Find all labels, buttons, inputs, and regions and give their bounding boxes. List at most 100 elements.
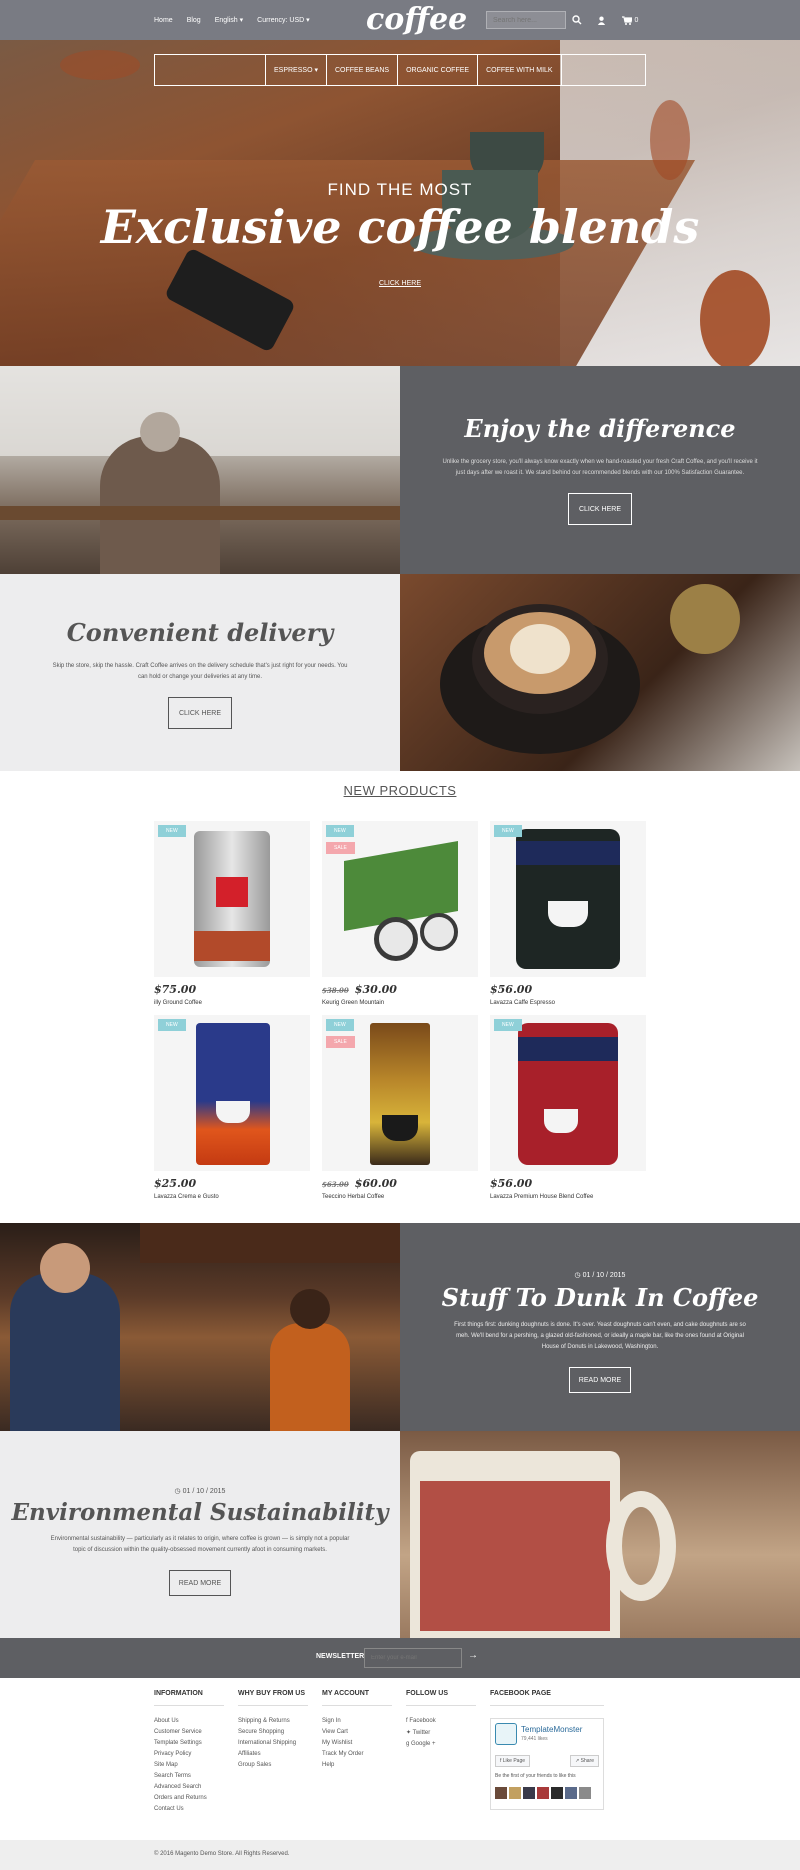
- product-old-price: $38.00: [322, 986, 349, 995]
- product-image[interactable]: NEW: [490, 1015, 646, 1171]
- footer-link[interactable]: Privacy Policy: [154, 1751, 224, 1757]
- hero-subtitle: FIND THE MOST: [327, 180, 473, 199]
- new-badge: NEW: [326, 1019, 354, 1031]
- footer-link[interactable]: International Shipping: [238, 1740, 308, 1746]
- footer-link: Twitter: [412, 1730, 431, 1736]
- footer-link: Facebook: [409, 1718, 436, 1724]
- search-input[interactable]: [486, 11, 566, 29]
- product-name[interactable]: Keurig Green Mountain: [322, 1000, 478, 1006]
- product-card[interactable]: NEW SALE $63.00 $60.00 Teeccino Herbal Co…: [322, 1015, 478, 1200]
- newsletter-email-input[interactable]: [364, 1648, 462, 1668]
- menu-coffee-with-milk[interactable]: COFFEE WITH MILK: [477, 55, 562, 85]
- product-old-price: $63.00: [322, 1180, 349, 1189]
- footer-link[interactable]: Template Settings: [154, 1740, 224, 1746]
- product-image[interactable]: NEW: [154, 1015, 310, 1171]
- footer-link[interactable]: Advanced Search: [154, 1784, 224, 1790]
- footer-link[interactable]: Contact Us: [154, 1806, 224, 1812]
- footer-link[interactable]: Customer Service: [154, 1729, 224, 1735]
- menu-espresso-label: ESPRESSO: [274, 66, 313, 74]
- language-switcher[interactable]: English ▾: [215, 16, 243, 24]
- facebook-like-button[interactable]: f Like Page: [495, 1755, 531, 1767]
- footer-social-twitter[interactable]: ✦ Twitter: [406, 1729, 476, 1736]
- new-products-section: NEW PRODUCTS NEW $75.00 illy Ground Coff…: [0, 771, 800, 1223]
- avatar: [509, 1787, 521, 1799]
- product-name[interactable]: Lavazza Crema e Gusto: [154, 1194, 310, 1200]
- footer-social-google[interactable]: g Google +: [406, 1741, 476, 1747]
- enjoy-text: Unlike the grocery store, you'll always …: [442, 459, 758, 476]
- share-icon: ↗: [575, 1758, 580, 1764]
- cart-button[interactable]: 0: [618, 11, 642, 29]
- product-name[interactable]: Lavazza Caffe Espresso: [490, 1000, 646, 1006]
- footer-link[interactable]: Affiliates: [238, 1751, 308, 1757]
- account-button[interactable]: [592, 11, 610, 29]
- currency-switcher[interactable]: Currency: USD ▾: [257, 16, 310, 24]
- facebook-share-button[interactable]: ↗ Share: [570, 1755, 599, 1767]
- product-name[interactable]: Teeccino Herbal Coffee: [322, 1194, 478, 1200]
- product-name[interactable]: Lavazza Premium House Blend Coffee: [490, 1194, 646, 1200]
- footer-link[interactable]: Orders and Returns: [154, 1795, 224, 1801]
- footer-social-facebook[interactable]: f Facebook: [406, 1718, 476, 1724]
- enjoy-title: Enjoy the difference: [464, 414, 736, 443]
- product-card[interactable]: NEW $56.00 Lavazza Caffe Espresso: [490, 821, 646, 1006]
- main-menu: ESPRESSO ▾ COFFEE BEANS ORGANIC COFFEE C…: [154, 54, 646, 86]
- product-card[interactable]: NEW $25.00 Lavazza Crema e Gusto: [154, 1015, 310, 1200]
- facebook-likes: 79,441 likes: [521, 1736, 548, 1742]
- footer-link[interactable]: Search Terms: [154, 1773, 224, 1779]
- site-logo[interactable]: coffee: [366, 2, 467, 37]
- delivery-content: Convenient delivery Skip the store, skip…: [0, 574, 400, 771]
- product-card[interactable]: NEW $56.00 Lavazza Premium House Blend C…: [490, 1015, 646, 1200]
- post2-read-more-button[interactable]: READ MORE: [169, 1570, 231, 1596]
- search-button[interactable]: [568, 11, 586, 29]
- post1-title[interactable]: Stuff To Dunk In Coffee: [400, 1283, 800, 1312]
- product-card[interactable]: NEW $75.00 illy Ground Coffee: [154, 821, 310, 1006]
- footer-link[interactable]: My Wishlist: [322, 1740, 392, 1746]
- delivery-button[interactable]: CLICK HERE: [168, 697, 232, 729]
- facebook-widget[interactable]: TemplateMonster 79,441 likes f Like Page…: [490, 1718, 604, 1810]
- footer-link[interactable]: Shipping & Returns: [238, 1718, 308, 1724]
- footer-my-account: MY ACCOUNT Sign In View Cart My Wishlist…: [322, 1690, 392, 1773]
- footer-link[interactable]: About Us: [154, 1718, 224, 1724]
- footer-follow-us: FOLLOW US f Facebook ✦ Twitter g Google …: [406, 1690, 476, 1752]
- nav-home[interactable]: Home: [154, 17, 173, 24]
- sale-badge: SALE: [326, 842, 355, 854]
- menu-coffee-beans[interactable]: COFFEE BEANS: [325, 55, 397, 85]
- product-image[interactable]: NEW SALE: [322, 1015, 478, 1171]
- product-price: $60.00: [354, 1177, 397, 1190]
- footer-link[interactable]: Group Sales: [238, 1762, 308, 1768]
- nav-blog[interactable]: Blog: [187, 17, 201, 24]
- product-image[interactable]: NEW SALE: [322, 821, 478, 977]
- footer-link[interactable]: Help: [322, 1762, 392, 1768]
- chair-image: [650, 100, 690, 180]
- footer-link[interactable]: Site Map: [154, 1762, 224, 1768]
- product-price: $75.00: [154, 983, 197, 996]
- coffee-shop-image: [0, 1223, 400, 1431]
- new-badge: NEW: [326, 825, 354, 837]
- currency-label: Currency: USD: [257, 17, 305, 24]
- facebook-page-name[interactable]: TemplateMonster: [521, 1725, 582, 1734]
- avatar: [537, 1787, 549, 1799]
- product-name[interactable]: illy Ground Coffee: [154, 1000, 310, 1006]
- product-image[interactable]: NEW: [154, 821, 310, 977]
- avatar: [523, 1787, 535, 1799]
- footer-heading: FOLLOW US: [406, 1690, 476, 1706]
- enjoy-button[interactable]: CLICK HERE: [568, 493, 632, 525]
- newsletter-submit-button[interactable]: →: [468, 1650, 478, 1661]
- product-price-group: $38.00 $30.00: [322, 983, 478, 996]
- footer-link[interactable]: View Cart: [322, 1729, 392, 1735]
- product-card[interactable]: NEW SALE $38.00 $30.00 Keurig Green Mount…: [322, 821, 478, 1006]
- chair-image: [60, 50, 140, 80]
- footer-link[interactable]: Sign In: [322, 1718, 392, 1724]
- hero-cta-link[interactable]: CLICK HERE: [0, 280, 800, 287]
- post1-date: 01 / 10 / 2015: [582, 1272, 626, 1279]
- facebook-icon: f: [406, 1718, 408, 1724]
- footer-link[interactable]: Secure Shopping: [238, 1729, 308, 1735]
- product-price: $56.00: [490, 983, 533, 996]
- product-image[interactable]: NEW: [490, 821, 646, 977]
- menu-organic-coffee[interactable]: ORGANIC COFFEE: [397, 55, 477, 85]
- new-badge: NEW: [158, 825, 186, 837]
- footer-link[interactable]: Track My Order: [322, 1751, 392, 1757]
- menu-espresso[interactable]: ESPRESSO ▾: [265, 55, 326, 85]
- post1-read-more-button[interactable]: READ MORE: [569, 1367, 631, 1393]
- post2-title[interactable]: Environmental Sustainability: [0, 1499, 400, 1526]
- post2-text: Environmental sustainability — particula…: [50, 1536, 350, 1553]
